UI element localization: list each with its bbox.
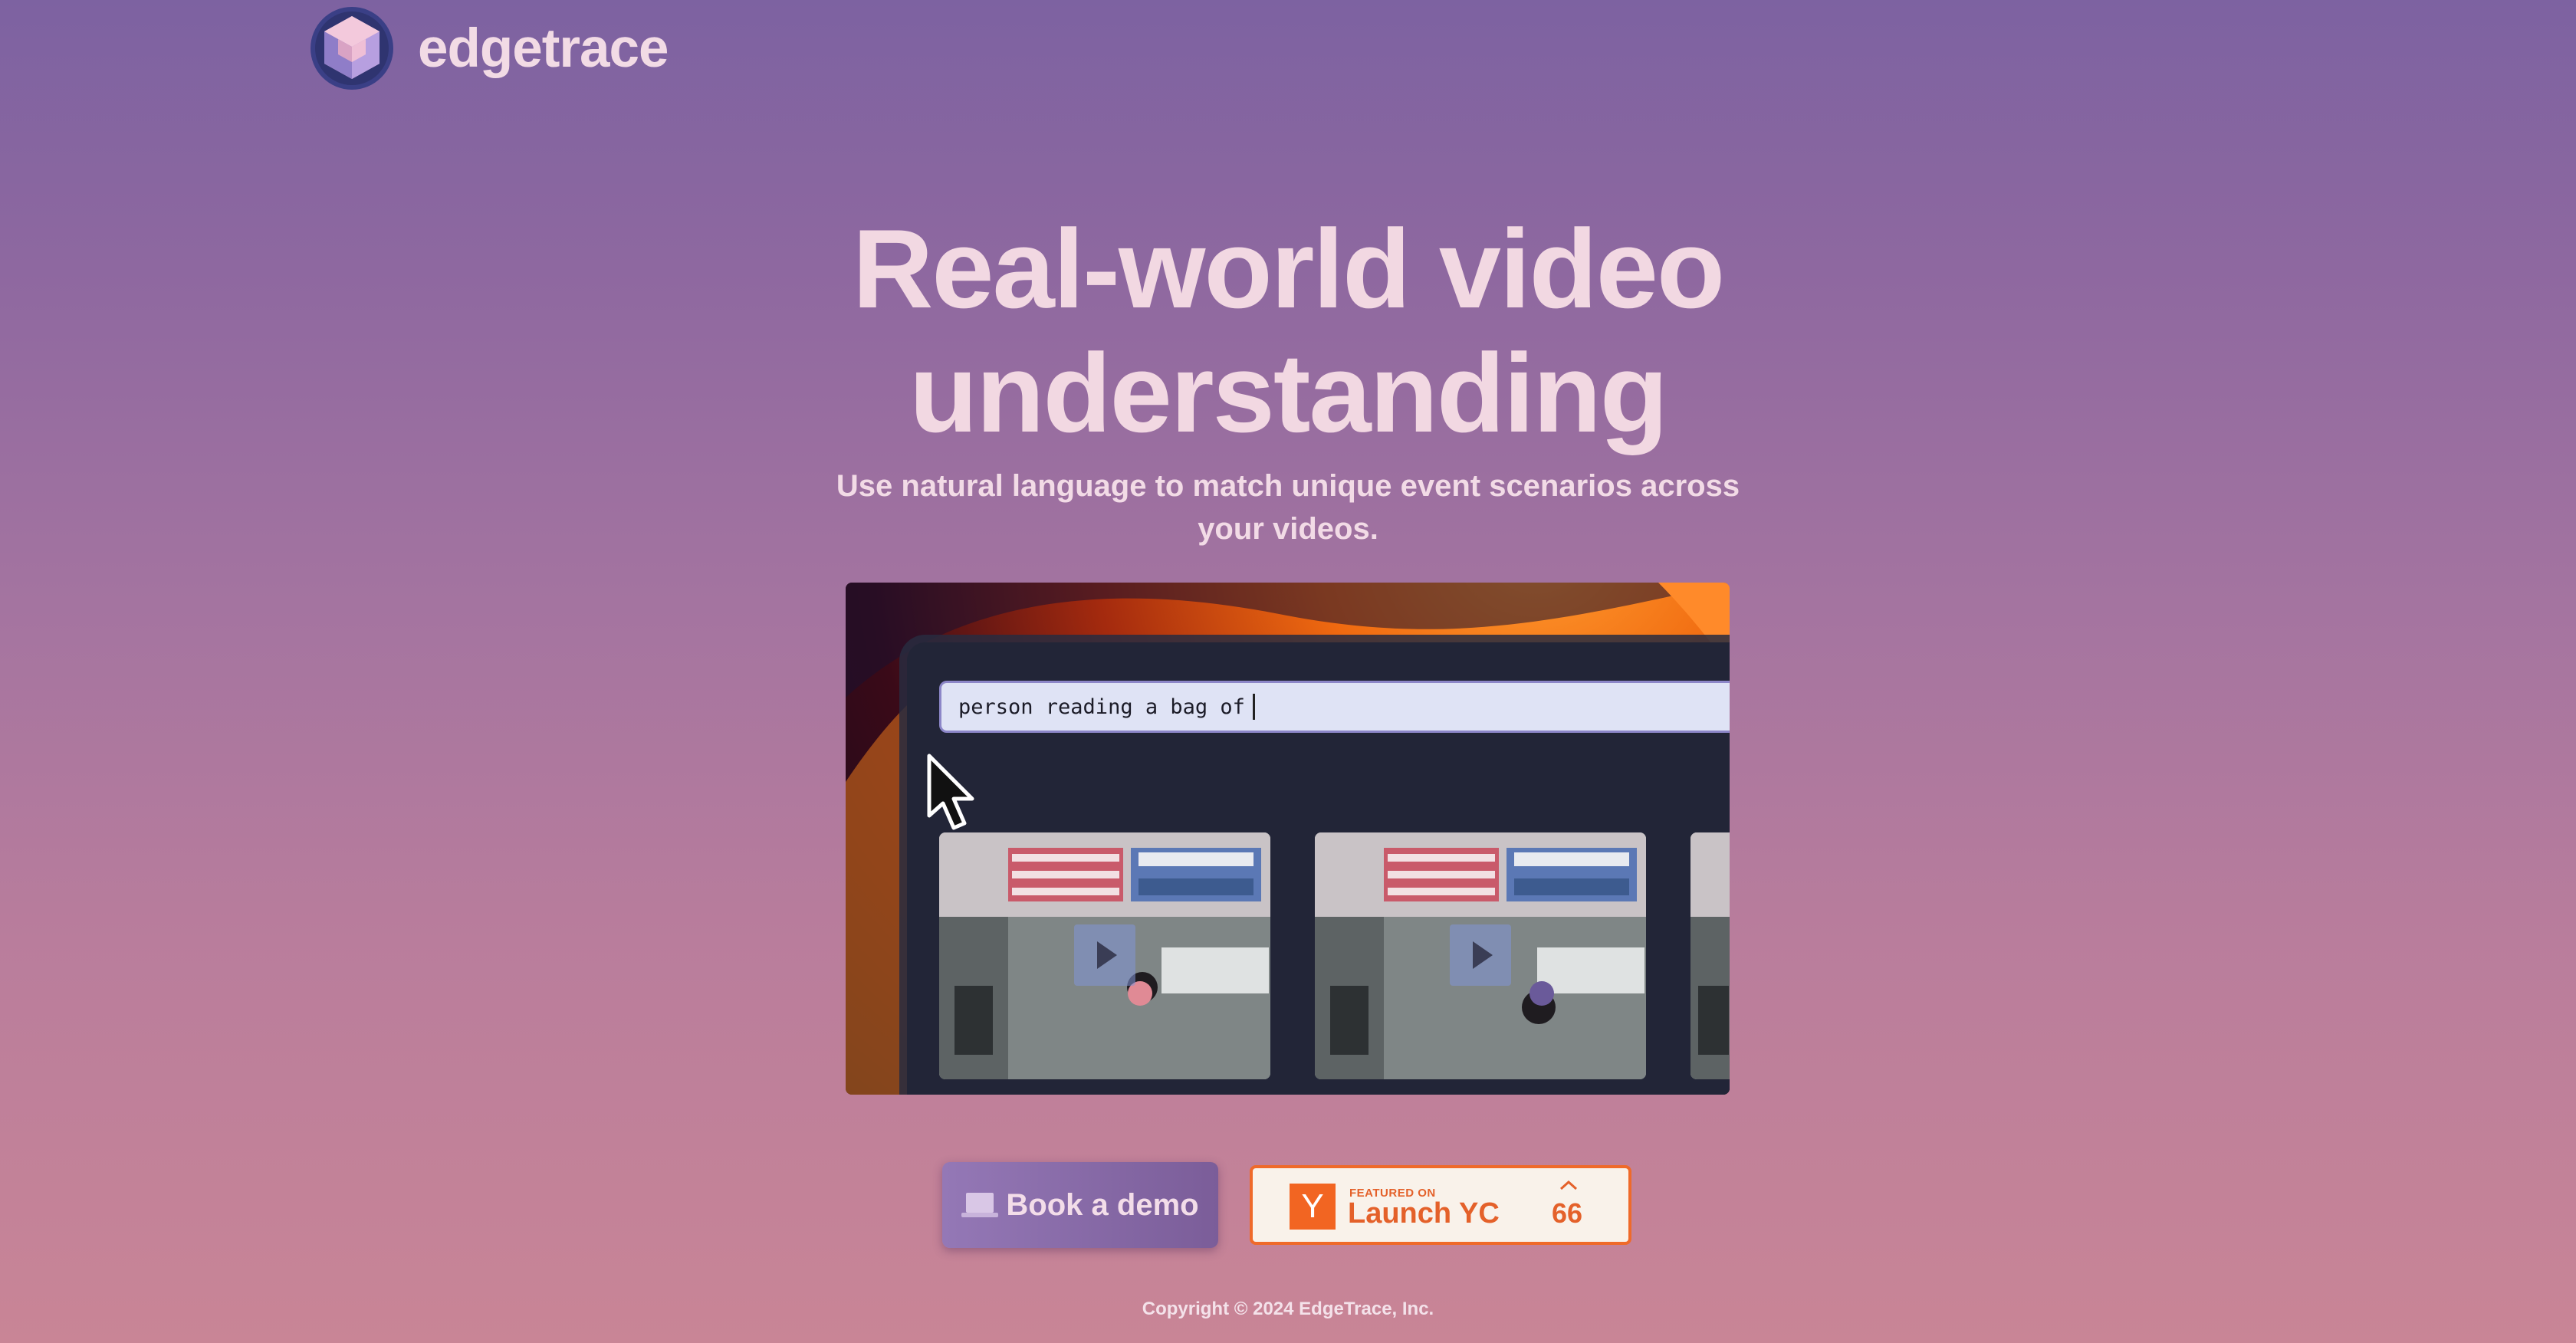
launch-yc-badge[interactable]: Y FEATURED ON Launch YC 66 — [1250, 1165, 1631, 1245]
brand-name[interactable]: edgetrace — [418, 18, 669, 80]
copyright-text: Copyright © 2024 EdgeTrace, Inc. — [1142, 1299, 1434, 1319]
hero-title: Real-world video understanding — [751, 207, 1825, 455]
book-demo-button[interactable]: Book a demo — [942, 1162, 1218, 1248]
text-caret — [1252, 694, 1255, 720]
hero-subtitle: Use natural language to match unique eve… — [836, 469, 1740, 546]
demo-video[interactable]: person reading a bag of — [846, 583, 1730, 1095]
video-frame — [1691, 832, 1730, 1079]
search-input[interactable]: person reading a bag of — [939, 681, 1730, 733]
search-text: person reading a bag of — [958, 694, 1245, 719]
video-thumbnail[interactable] — [1691, 832, 1730, 1079]
yc-logo-icon: Y — [1290, 1184, 1336, 1230]
hero-title-line1: Real-world video — [852, 206, 1725, 331]
mouse-cursor-icon — [927, 754, 974, 830]
site-header: edgetrace — [309, 5, 669, 92]
hero-title-line2: understanding — [909, 330, 1668, 455]
laptop-icon — [961, 1193, 999, 1217]
book-demo-label: Book a demo — [1006, 1187, 1199, 1222]
video-thumbnail[interactable] — [939, 832, 1270, 1079]
play-icon[interactable] — [1450, 924, 1511, 986]
app-window: person reading a bag of — [907, 642, 1730, 1095]
chevron-up-icon[interactable] — [1559, 1179, 1579, 1191]
play-icon[interactable] — [1074, 924, 1135, 986]
upvote-count: 66 — [1552, 1197, 1583, 1229]
logo-icon[interactable] — [309, 5, 395, 91]
video-thumbnail[interactable] — [1315, 832, 1646, 1079]
yc-launch-label: Launch YC — [1348, 1197, 1500, 1230]
